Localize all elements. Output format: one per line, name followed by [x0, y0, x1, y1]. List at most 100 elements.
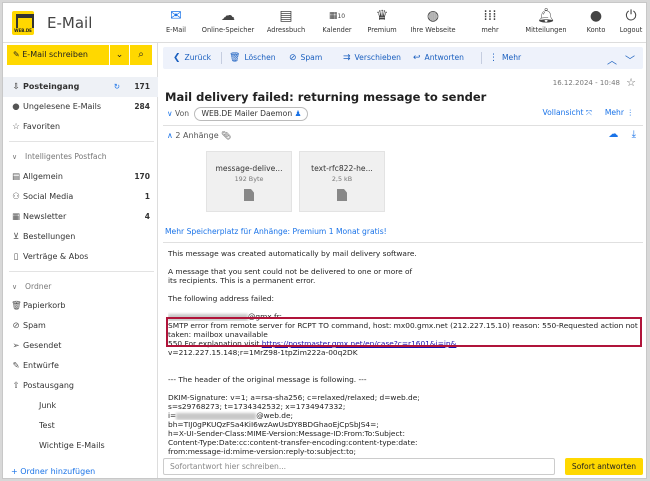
message-body: This message was created automatically b… — [168, 249, 638, 456]
inbox-tray-icon: ▤ — [11, 172, 21, 182]
next-message-button[interactable]: ﹀ — [625, 51, 635, 73]
message-more-button[interactable]: Mehr ⋮ — [605, 108, 634, 117]
divider — [163, 125, 643, 126]
sidebar-item-favoriten[interactable]: ☆ Favoriten — [3, 117, 158, 137]
cloud-icon: ☁ — [221, 8, 235, 24]
message-subject: Mail delivery failed: returning message … — [165, 90, 487, 104]
spam-icon: ⊘ — [12, 321, 20, 331]
download-icon[interactable]: ⤓ — [632, 129, 636, 140]
chevron-down-icon: ∨ — [12, 153, 18, 161]
nav-premium[interactable]: ♛ Premium — [365, 7, 399, 41]
paperclip-icon: 📎︎ — [221, 131, 232, 140]
calendar-icon: ▦10 — [328, 11, 346, 21]
divider — [163, 242, 643, 243]
crown-icon: ♛ — [375, 8, 389, 24]
sidebar-item-entwuerfe[interactable]: ✎ Entwürfe — [3, 356, 158, 376]
spam-button[interactable]: ⊘ Spam — [289, 47, 322, 69]
redacted-text — [176, 412, 257, 420]
nav-logout[interactable]: ⏻ Logout — [618, 7, 644, 41]
star-icon: ☆ — [12, 122, 20, 132]
search-button[interactable]: ⌕ — [130, 45, 152, 65]
nav-konto[interactable]: ● Konto — [585, 7, 607, 41]
full-view-link[interactable]: Vollansicht ⤧ — [543, 108, 592, 118]
trash-icon: 🗑︎ — [11, 301, 22, 311]
move-button[interactable]: ⇉ Verschieben — [343, 47, 401, 69]
reply-button[interactable]: ↩ Antworten — [413, 47, 464, 69]
spam-icon: ⊘ — [289, 53, 297, 63]
inbox-count: 171 — [134, 82, 150, 91]
compose-options-button[interactable]: ⌄ — [110, 45, 129, 65]
chevron-left-icon: ❮ — [173, 53, 181, 63]
delete-button[interactable]: 🗑︎ Löschen — [229, 47, 276, 69]
compose-button[interactable]: ✎ E-Mail schreiben — [7, 45, 109, 65]
refresh-icon[interactable]: ↻ — [114, 77, 120, 97]
grid-icon: ⁞⁞⁞ — [483, 8, 497, 24]
cart-icon: ⊻ — [12, 232, 20, 242]
send-icon: ➢ — [12, 341, 20, 351]
attachment-actions: ☁ ⤓ — [608, 129, 636, 140]
sidebar-item-gesendet[interactable]: ➢ Gesendet — [3, 336, 158, 356]
app-title: E-Mail — [47, 14, 93, 32]
more-button[interactable]: ⋮ Mehr — [489, 47, 521, 69]
favorite-star-icon[interactable]: ☆ — [626, 76, 636, 89]
back-button[interactable]: ❮ Zurück — [173, 47, 211, 69]
sidebar-item-ungelesen[interactable]: ● Ungelesene E-Mails 284 — [3, 97, 158, 117]
sender-pill[interactable]: WEB.DE Mailer Daemon ♟ — [194, 107, 309, 121]
nav-email[interactable]: ✉ E-Mail — [165, 7, 187, 45]
sidebar-item-bestellungen[interactable]: ⊻ Bestellungen — [3, 227, 158, 247]
cloud-upload-icon[interactable]: ☁ — [608, 129, 618, 140]
section-ordner[interactable]: ∨ Ordner — [3, 278, 158, 296]
nav-mitteilungen[interactable]: 🔔︎ Mitteilungen — [523, 7, 569, 41]
search-icon: ⌕ — [138, 49, 144, 60]
sidebar-item-postausgang[interactable]: ⇧ Postausgang — [3, 376, 158, 396]
sidebar-item-allgemein[interactable]: ▤ Allgemein 170 — [3, 167, 158, 187]
social-icon: ⚇ — [12, 192, 20, 202]
divider — [481, 52, 482, 64]
sidebar-item-wichtige-emails[interactable]: Wichtige E-Mails — [3, 436, 158, 456]
bell-icon: 🔔︎ — [537, 8, 555, 24]
sidebar-item-test[interactable]: Test — [3, 416, 158, 436]
message-toolbar: ❮ Zurück 🗑︎ Löschen ⊘ Spam ⇉ Verschieben ↩ An… — [163, 47, 643, 69]
sidebar-item-spam[interactable]: ⊘ Spam — [3, 316, 158, 336]
section-intelligentes-postfach[interactable]: ∨ Intelligentes Postfach — [3, 148, 158, 166]
nav-mehr[interactable]: ⁞⁞⁞ mehr — [478, 7, 502, 41]
sidebar-item-posteingang[interactable]: ⇩ Posteingang ↻ 171 — [3, 77, 158, 97]
nav-ihre-webseite[interactable]: ◍ Ihre Webseite — [409, 7, 457, 41]
expand-chevron-icon[interactable]: ∨ — [167, 109, 175, 118]
add-folder-link[interactable]: + Ordner hinzufügen — [11, 467, 95, 476]
sidebar-item-vertraege[interactable]: ▯ Verträge & Abos — [3, 247, 158, 267]
previous-message-button[interactable]: ︿ — [607, 51, 617, 73]
sidebar-item-social-media[interactable]: ⚇ Social Media 1 — [3, 187, 158, 207]
sidebar-item-junk[interactable]: Junk — [3, 396, 158, 416]
message-pane: ❮ Zurück 🗑︎ Löschen ⊘ Spam ⇉ Verschieben ↩ An… — [159, 43, 646, 478]
outbox-icon: ⇧ — [12, 381, 20, 391]
newsletter-icon: ▦ — [11, 212, 21, 222]
divider — [9, 141, 154, 142]
attachment-card[interactable]: message-delive... 192 Byte — [206, 151, 292, 212]
divider — [221, 52, 222, 64]
file-icon — [244, 189, 254, 201]
addressbook-icon: ▤ — [279, 8, 293, 24]
divider — [9, 271, 154, 272]
kebab-menu-icon: ⋮ — [626, 108, 634, 117]
top-header: WEB.DE E-Mail ✉ E-Mail ☁ Online-Speicher ▤… — [3, 3, 646, 45]
quick-reply-input[interactable]: Sofortantwort hier schreiben... — [163, 458, 555, 475]
kebab-menu-icon: ⋮ — [489, 53, 498, 63]
attachment-card[interactable]: text-rfc822-he... 2,5 kB — [299, 151, 385, 212]
nav-adressbuch[interactable]: ▤ Adressbuch — [263, 7, 309, 41]
quick-reply-send-button[interactable]: Sofort antworten — [565, 458, 643, 475]
webde-logo[interactable]: WEB.DE — [12, 11, 34, 35]
premium-promo-link[interactable]: Mehr Speicherplatz für Anhänge: Premium … — [165, 227, 387, 236]
unread-dot-icon: ● — [12, 102, 20, 112]
nav-online-speicher[interactable]: ☁ Online-Speicher — [200, 7, 256, 41]
error-highlight-box — [166, 317, 642, 347]
sidebar-item-newsletter[interactable]: ▦ Newsletter 4 — [3, 207, 158, 227]
compose-icon: ✎ — [13, 50, 23, 59]
nav-kalender[interactable]: ▦10 Kalender — [319, 7, 355, 41]
chevron-down-icon: ∨ — [12, 283, 18, 291]
attachments-header[interactable]: ∧ 2 Anhänge 📎︎ — [167, 131, 231, 140]
message-date: 16.12.2024 - 10:48 — [552, 79, 620, 87]
reply-icon: ↩ — [413, 53, 421, 63]
sidebar-item-papierkorb[interactable]: 🗑︎ Papierkorb — [3, 296, 158, 316]
globe-icon: ◍ — [426, 8, 440, 24]
